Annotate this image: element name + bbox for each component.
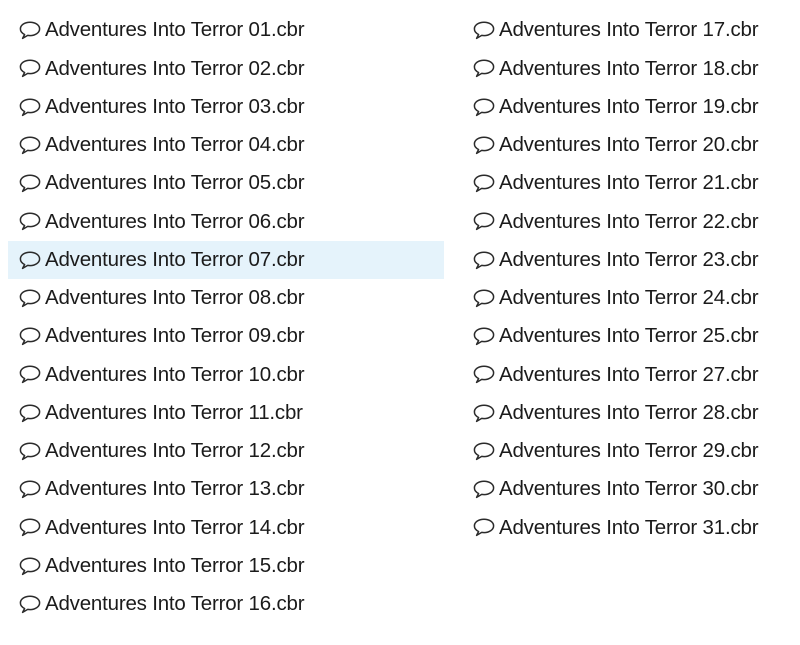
file-name: Adventures Into Terror 03.cbr (45, 94, 305, 118)
speech-bubble-icon (472, 326, 499, 346)
speech-bubble-icon (18, 288, 45, 308)
file-item[interactable]: Adventures Into Terror 14.cbr (8, 508, 444, 546)
speech-bubble-icon (18, 594, 45, 614)
file-item[interactable]: Adventures Into Terror 09.cbr (8, 317, 444, 355)
file-name: Adventures Into Terror 23.cbr (499, 247, 759, 271)
file-name: Adventures Into Terror 29.cbr (499, 439, 759, 463)
file-name: Adventures Into Terror 15.cbr (45, 553, 305, 577)
file-name: Adventures Into Terror 18.cbr (499, 56, 759, 80)
speech-bubble-icon (18, 20, 45, 40)
speech-bubble-icon (472, 211, 499, 231)
file-item[interactable]: Adventures Into Terror 24.cbr (462, 279, 792, 317)
speech-bubble-icon (472, 441, 499, 461)
file-name: Adventures Into Terror 04.cbr (45, 133, 305, 157)
file-item[interactable]: Adventures Into Terror 04.cbr (8, 126, 444, 164)
file-item[interactable]: Adventures Into Terror 13.cbr (8, 470, 444, 508)
file-name: Adventures Into Terror 02.cbr (45, 56, 305, 80)
speech-bubble-icon (18, 364, 45, 384)
file-name: Adventures Into Terror 22.cbr (499, 209, 759, 233)
file-list: Adventures Into Terror 01.cbr Adventures … (0, 0, 800, 645)
file-name: Adventures Into Terror 24.cbr (499, 286, 759, 310)
speech-bubble-icon (18, 58, 45, 78)
speech-bubble-icon (472, 517, 499, 537)
file-name: Adventures Into Terror 28.cbr (499, 400, 759, 424)
file-item[interactable]: Adventures Into Terror 27.cbr (462, 355, 792, 393)
file-item[interactable]: Adventures Into Terror 17.cbr (462, 11, 792, 49)
file-name: Adventures Into Terror 17.cbr (499, 18, 759, 42)
file-name: Adventures Into Terror 16.cbr (45, 592, 305, 616)
speech-bubble-icon (472, 250, 499, 270)
speech-bubble-icon (472, 364, 499, 384)
file-column: Adventures Into Terror 01.cbr Adventures … (8, 11, 444, 623)
file-column: Adventures Into Terror 17.cbr Adventures … (462, 11, 792, 547)
file-name: Adventures Into Terror 11.cbr (45, 400, 303, 424)
file-name: Adventures Into Terror 09.cbr (45, 324, 305, 348)
speech-bubble-icon (18, 479, 45, 499)
file-name: Adventures Into Terror 01.cbr (45, 18, 305, 42)
speech-bubble-icon (472, 20, 499, 40)
speech-bubble-icon (472, 135, 499, 155)
file-name: Adventures Into Terror 31.cbr (499, 515, 759, 539)
file-item[interactable]: Adventures Into Terror 30.cbr (462, 470, 792, 508)
speech-bubble-icon (18, 326, 45, 346)
speech-bubble-icon (18, 135, 45, 155)
speech-bubble-icon (472, 58, 499, 78)
speech-bubble-icon (472, 288, 499, 308)
speech-bubble-icon (18, 403, 45, 423)
file-item[interactable]: Adventures Into Terror 02.cbr (8, 49, 444, 87)
file-item[interactable]: Adventures Into Terror 07.cbr (8, 240, 444, 279)
file-name: Adventures Into Terror 25.cbr (499, 324, 759, 348)
speech-bubble-icon (18, 441, 45, 461)
speech-bubble-icon (472, 97, 499, 117)
file-item[interactable]: Adventures Into Terror 18.cbr (462, 49, 792, 87)
file-item[interactable]: Adventures Into Terror 28.cbr (462, 394, 792, 432)
speech-bubble-icon (472, 173, 499, 193)
file-item[interactable]: Adventures Into Terror 22.cbr (462, 202, 792, 240)
file-name: Adventures Into Terror 05.cbr (45, 171, 305, 195)
file-name: Adventures Into Terror 07.cbr (45, 247, 305, 271)
file-name: Adventures Into Terror 27.cbr (499, 362, 759, 386)
file-item[interactable]: Adventures Into Terror 05.cbr (8, 164, 444, 202)
file-item[interactable]: Adventures Into Terror 23.cbr (462, 241, 792, 279)
file-item[interactable]: Adventures Into Terror 10.cbr (8, 355, 444, 393)
file-item[interactable]: Adventures Into Terror 12.cbr (8, 432, 444, 470)
file-name: Adventures Into Terror 10.cbr (45, 362, 305, 386)
speech-bubble-icon (18, 97, 45, 117)
file-name: Adventures Into Terror 08.cbr (45, 286, 305, 310)
speech-bubble-icon (18, 173, 45, 193)
file-item[interactable]: Adventures Into Terror 19.cbr (462, 88, 792, 126)
file-name: Adventures Into Terror 14.cbr (45, 515, 305, 539)
speech-bubble-icon (472, 403, 499, 423)
file-item[interactable]: Adventures Into Terror 11.cbr (8, 394, 444, 432)
file-item[interactable]: Adventures Into Terror 25.cbr (462, 317, 792, 355)
speech-bubble-icon (18, 250, 45, 270)
file-name: Adventures Into Terror 20.cbr (499, 133, 759, 157)
file-name: Adventures Into Terror 30.cbr (499, 477, 759, 501)
file-name: Adventures Into Terror 21.cbr (499, 171, 759, 195)
speech-bubble-icon (18, 211, 45, 231)
file-item[interactable]: Adventures Into Terror 20.cbr (462, 126, 792, 164)
file-item[interactable]: Adventures Into Terror 01.cbr (8, 11, 444, 49)
file-item[interactable]: Adventures Into Terror 08.cbr (8, 279, 444, 317)
file-item[interactable]: Adventures Into Terror 16.cbr (8, 585, 444, 623)
file-name: Adventures Into Terror 12.cbr (45, 439, 305, 463)
file-item[interactable]: Adventures Into Terror 21.cbr (462, 164, 792, 202)
file-name: Adventures Into Terror 19.cbr (499, 94, 759, 118)
file-item[interactable]: Adventures Into Terror 15.cbr (8, 547, 444, 585)
speech-bubble-icon (472, 479, 499, 499)
file-item[interactable]: Adventures Into Terror 06.cbr (8, 202, 444, 240)
speech-bubble-icon (18, 556, 45, 576)
file-name: Adventures Into Terror 06.cbr (45, 209, 305, 233)
file-item[interactable]: Adventures Into Terror 31.cbr (462, 508, 792, 546)
file-item[interactable]: Adventures Into Terror 03.cbr (8, 88, 444, 126)
speech-bubble-icon (18, 517, 45, 537)
file-item[interactable]: Adventures Into Terror 29.cbr (462, 432, 792, 470)
file-name: Adventures Into Terror 13.cbr (45, 477, 305, 501)
